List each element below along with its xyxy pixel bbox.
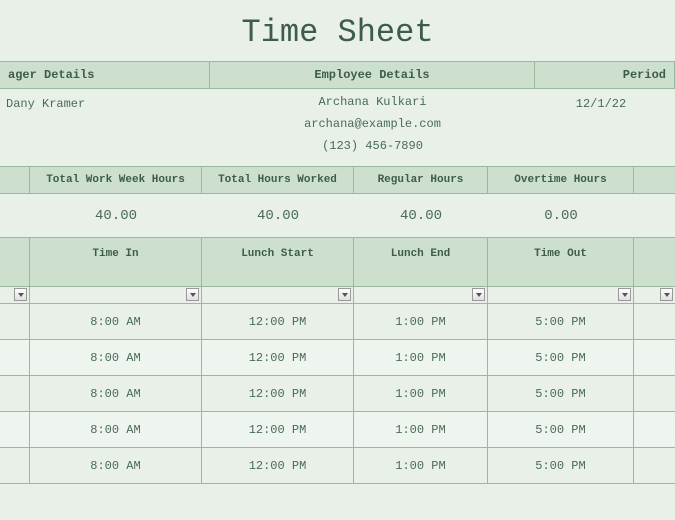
table-row: 8:00 AM12:00 PM1:00 PM5:00 PM (0, 376, 675, 412)
regular-hours-value: 40.00 (354, 208, 488, 224)
time-out-cell: 5:00 PM (488, 340, 634, 375)
filter-dropdown-icon[interactable] (660, 288, 673, 301)
summary-spacer (0, 167, 30, 193)
lunch-end-cell: 1:00 PM (354, 340, 488, 375)
details-header-row: ager Details Employee Details Period (0, 61, 675, 89)
filter-row (0, 287, 675, 304)
row-spacer-right (634, 376, 675, 411)
row-spacer-right (634, 412, 675, 447)
time-out-cell: 5:00 PM (488, 448, 634, 483)
row-spacer (0, 448, 30, 483)
regular-hours-header: Regular Hours (354, 167, 488, 193)
summary-spacer-right (634, 167, 675, 193)
page-title: Time Sheet (0, 0, 675, 61)
filter-dropdown-icon[interactable] (338, 288, 351, 301)
row-spacer (0, 304, 30, 339)
times-spacer (0, 238, 30, 286)
time-out-header: Time Out (488, 238, 634, 286)
employee-details-header: Employee Details (210, 62, 535, 88)
row-spacer (0, 376, 30, 411)
filter-dropdown-icon[interactable] (618, 288, 631, 301)
employee-email: archana@example.com (210, 111, 535, 133)
time-out-cell: 5:00 PM (488, 304, 634, 339)
times-spacer-right (634, 238, 675, 286)
overtime-hours-header: Overtime Hours (488, 167, 634, 193)
summary-header-row: Total Work Week Hours Total Hours Worked… (0, 167, 675, 194)
time-out-cell: 5:00 PM (488, 376, 634, 411)
table-row: 8:00 AM12:00 PM1:00 PM5:00 PM (0, 304, 675, 340)
time-in-cell: 8:00 AM (30, 340, 202, 375)
time-in-cell: 8:00 AM (30, 304, 202, 339)
details-body: Dany Kramer Archana Kulkari archana@exam… (0, 89, 675, 167)
manager-details-header: ager Details (0, 62, 210, 88)
lunch-start-cell: 12:00 PM (202, 340, 354, 375)
lunch-end-header: Lunch End (354, 238, 488, 286)
manager-name: Dany Kramer (0, 97, 210, 111)
row-spacer-right (634, 448, 675, 483)
lunch-start-cell: 12:00 PM (202, 376, 354, 411)
summary-values-row: 40.00 40.00 40.00 0.00 (0, 194, 675, 238)
overtime-hours-value: 0.00 (488, 208, 634, 224)
table-row: 8:00 AM12:00 PM1:00 PM5:00 PM (0, 448, 675, 484)
times-header-row: Time In Lunch Start Lunch End Time Out (0, 238, 675, 287)
period-start: 12/1/22 (535, 97, 675, 111)
employee-name: Archana Kulkari (210, 89, 535, 111)
total-week-header: Total Work Week Hours (30, 167, 202, 193)
lunch-end-cell: 1:00 PM (354, 412, 488, 447)
row-spacer (0, 340, 30, 375)
table-row: 8:00 AM12:00 PM1:00 PM5:00 PM (0, 340, 675, 376)
lunch-end-cell: 1:00 PM (354, 304, 488, 339)
total-week-value: 40.00 (30, 208, 202, 224)
total-worked-value: 40.00 (202, 208, 354, 224)
time-in-cell: 8:00 AM (30, 376, 202, 411)
filter-dropdown-icon[interactable] (14, 288, 27, 301)
time-entries-table: 8:00 AM12:00 PM1:00 PM5:00 PM8:00 AM12:0… (0, 304, 675, 484)
lunch-start-cell: 12:00 PM (202, 412, 354, 447)
time-in-cell: 8:00 AM (30, 412, 202, 447)
lunch-start-cell: 12:00 PM (202, 304, 354, 339)
total-worked-header: Total Hours Worked (202, 167, 354, 193)
row-spacer-right (634, 340, 675, 375)
period-header: Period (535, 62, 675, 88)
lunch-start-header: Lunch Start (202, 238, 354, 286)
row-spacer-right (634, 304, 675, 339)
filter-dropdown-icon[interactable] (186, 288, 199, 301)
lunch-end-cell: 1:00 PM (354, 448, 488, 483)
lunch-start-cell: 12:00 PM (202, 448, 354, 483)
lunch-end-cell: 1:00 PM (354, 376, 488, 411)
employee-phone: (123) 456-7890 (210, 133, 535, 155)
time-in-cell: 8:00 AM (30, 448, 202, 483)
time-in-header: Time In (30, 238, 202, 286)
row-spacer (0, 412, 30, 447)
table-row: 8:00 AM12:00 PM1:00 PM5:00 PM (0, 412, 675, 448)
filter-dropdown-icon[interactable] (472, 288, 485, 301)
time-out-cell: 5:00 PM (488, 412, 634, 447)
